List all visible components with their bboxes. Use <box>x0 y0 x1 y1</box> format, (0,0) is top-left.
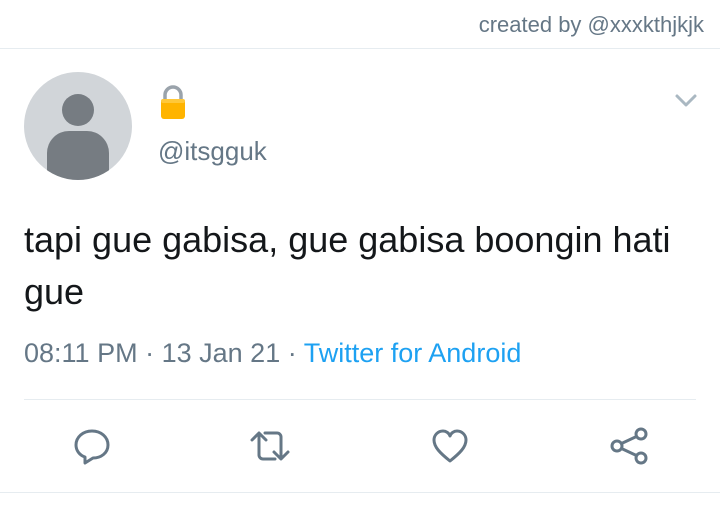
avatar-body <box>47 131 109 180</box>
reply-button[interactable] <box>70 424 114 468</box>
meta-separator: · <box>287 338 297 368</box>
chevron-down-icon[interactable] <box>672 88 700 112</box>
default-avatar-icon[interactable] <box>24 72 132 180</box>
reply-icon <box>74 429 110 465</box>
retweet-button[interactable] <box>248 424 292 468</box>
bottom-divider <box>0 492 720 493</box>
tweet-meta: 08:11 PM · 13 Jan 21 · Twitter for Andro… <box>24 338 521 369</box>
actions-divider <box>24 399 696 400</box>
user-handle[interactable]: @itsgguk <box>158 136 267 167</box>
avatar-head <box>62 94 94 126</box>
top-bar: created by @xxxkthjkjk <box>0 0 720 49</box>
tweet-time: 08:11 PM <box>24 338 138 368</box>
lock-icon <box>161 85 185 119</box>
meta-separator: · <box>145 338 155 368</box>
share-icon <box>610 427 648 465</box>
tweet-source-link[interactable]: Twitter for Android <box>304 338 522 368</box>
heart-icon <box>432 429 468 463</box>
tweet-date: 13 Jan 21 <box>161 338 281 368</box>
share-button[interactable] <box>607 424 651 468</box>
retweet-icon <box>250 431 290 461</box>
like-button[interactable] <box>428 424 472 468</box>
credit-text: created by @xxxkthjkjk <box>478 12 704 37</box>
tweet-text: tapi gue gabisa, gue gabisa boongin hati… <box>24 219 671 312</box>
